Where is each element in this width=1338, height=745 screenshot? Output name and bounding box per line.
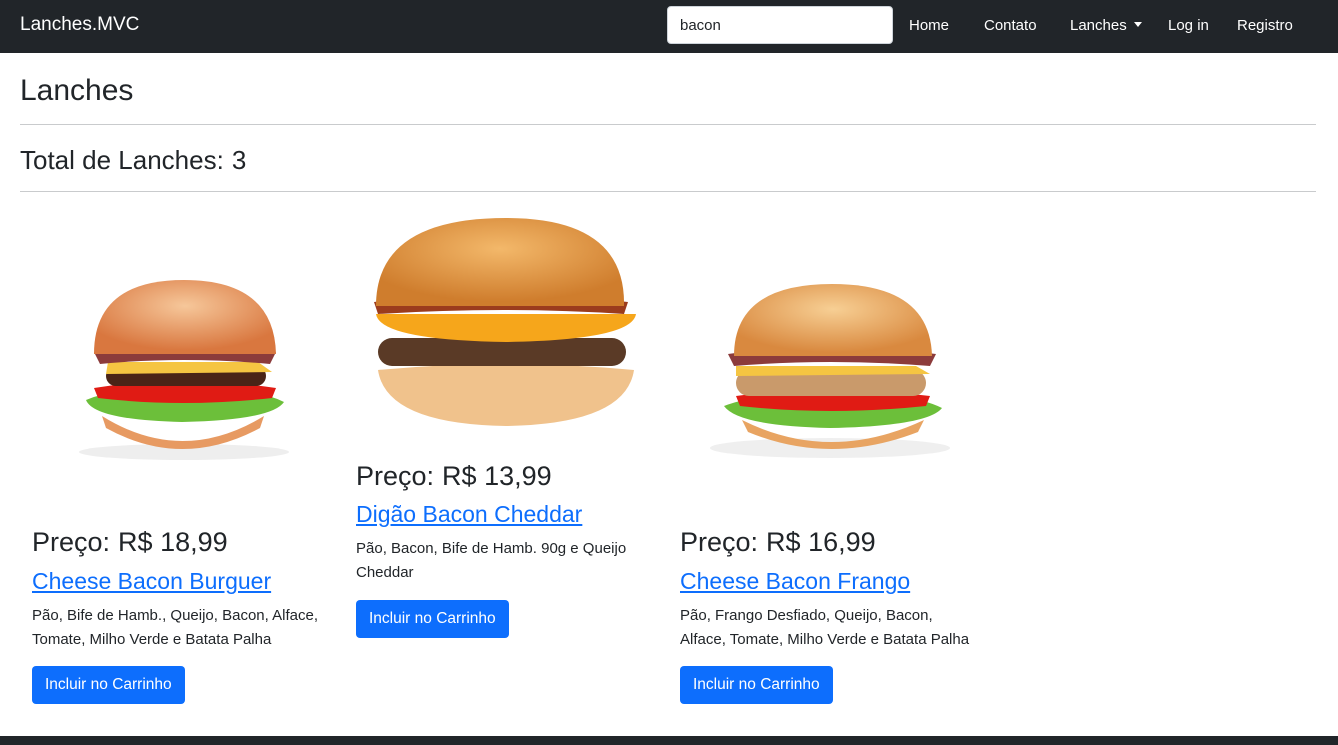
price-value: R$ 18,99 [118, 527, 228, 557]
price-value: R$ 13,99 [442, 461, 552, 491]
total-heading: Total de Lanches: 3 [20, 145, 246, 176]
footer-bar [0, 736, 1338, 745]
product-price: Preço: R$ 18,99 [32, 527, 228, 558]
product-name-link[interactable]: Digão Bacon Cheddar [356, 501, 582, 528]
brand-link[interactable]: Lanches.MVC [20, 14, 139, 36]
nav-home-link[interactable]: Home [909, 17, 949, 34]
product-description: Pão, Bife de Hamb., Queijo, Bacon, Alfac… [32, 607, 318, 648]
nav-contato-link[interactable]: Contato [984, 17, 1037, 34]
product-description: Pão, Frango Desfiado, Queijo, Bacon, Alf… [680, 607, 970, 648]
nav-login-link[interactable]: Log in [1168, 17, 1209, 34]
search-input[interactable] [667, 6, 893, 44]
burger-image[interactable] [680, 270, 980, 470]
product-price: Preço: R$ 13,99 [356, 461, 552, 492]
add-to-cart-button[interactable]: Incluir no Carrinho [680, 666, 833, 704]
price-label: Preço: [356, 461, 435, 491]
product-price: Preço: R$ 16,99 [680, 527, 876, 558]
total-count: 3 [231, 145, 247, 175]
add-to-cart-button[interactable]: Incluir no Carrinho [356, 600, 509, 638]
add-to-cart-button[interactable]: Incluir no Carrinho [32, 666, 185, 704]
top-navbar: Lanches.MVC Home Contato Lanches Log in … [0, 0, 1338, 53]
nav-lanches-dropdown[interactable]: Lanches [1070, 17, 1142, 34]
nav-registro-link[interactable]: Registro [1237, 17, 1293, 34]
product-name-link[interactable]: Cheese Bacon Frango [680, 568, 910, 595]
price-value: R$ 16,99 [766, 527, 876, 557]
burger-image[interactable] [32, 270, 332, 470]
caret-down-icon [1133, 22, 1142, 27]
divider [20, 191, 1316, 192]
nav-lanches-label: Lanches [1070, 17, 1127, 34]
product-name-link[interactable]: Cheese Bacon Burguer [32, 568, 271, 595]
price-label: Preço: [32, 527, 111, 557]
divider [20, 124, 1316, 125]
page-title: Lanches [20, 74, 134, 107]
burger-image[interactable] [356, 210, 656, 440]
price-label: Preço: [680, 527, 759, 557]
total-label: Total de Lanches: [20, 145, 224, 175]
product-description: Pão, Bacon, Bife de Hamb. 90g e Queijo C… [356, 540, 627, 581]
